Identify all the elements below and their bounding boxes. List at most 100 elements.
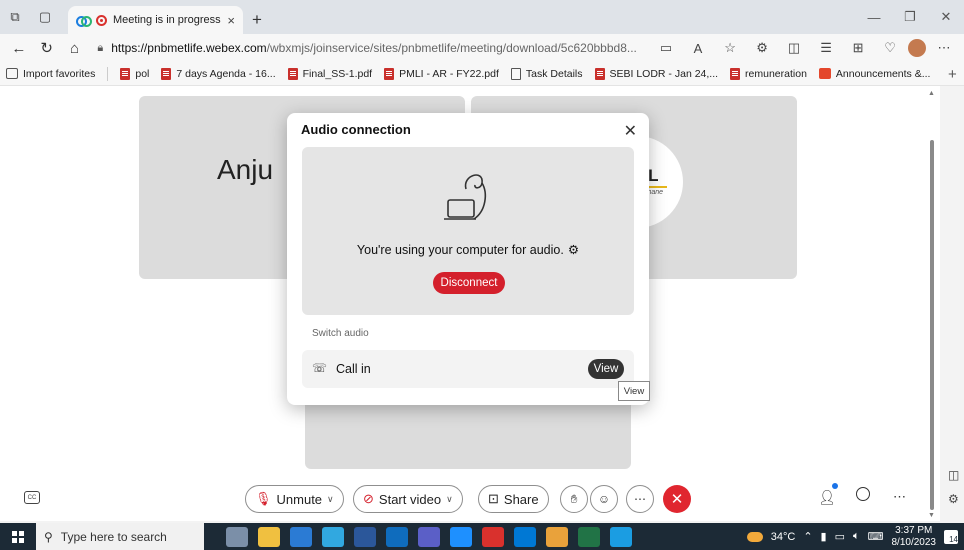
more-options-icon[interactable]: ⋯ bbox=[930, 36, 958, 60]
split-screen-icon[interactable]: ◫ bbox=[780, 36, 808, 60]
chrome-app-icon[interactable] bbox=[322, 526, 344, 547]
address-bar-icons: ▭ A ☆ ⚙ ◫ ☰ ⊞ ♡ ⋯ bbox=[652, 36, 958, 60]
participant-name: Anju bbox=[217, 154, 274, 185]
pdf-icon bbox=[594, 67, 605, 80]
battery-icon[interactable]: ▮ bbox=[821, 530, 827, 543]
start-video-label: Start video bbox=[378, 491, 442, 507]
clock-time: 3:37 PM bbox=[895, 524, 933, 536]
acrobat-icon[interactable] bbox=[482, 526, 504, 547]
favorite-star-icon[interactable]: ☆ bbox=[716, 36, 744, 60]
read-aloud-icon[interactable]: A bbox=[684, 36, 712, 60]
word-icon[interactable] bbox=[354, 526, 376, 547]
favorite-pol[interactable]: pol bbox=[120, 67, 149, 80]
ellipsis-icon: ⋯ bbox=[634, 492, 646, 506]
tab-meeting[interactable]: Meeting is in progress... × bbox=[68, 6, 243, 34]
taskbar-apps bbox=[226, 526, 632, 547]
extensions-icon[interactable]: ⚙ bbox=[748, 36, 776, 60]
favorite-task-details[interactable]: Task Details bbox=[510, 67, 583, 80]
workspaces-icon[interactable]: ⧉ bbox=[0, 0, 30, 34]
skype-icon[interactable] bbox=[514, 526, 536, 547]
keyboard-icon[interactable]: ⌨ bbox=[868, 530, 884, 543]
windows-taskbar: ⚲ Type here to search 34°C ⌃ ▮ ▭ 🔈︎ ⌨ 3:… bbox=[0, 523, 964, 550]
favorite-label: Task Details bbox=[525, 67, 583, 80]
disconnect-button[interactable]: Disconnect bbox=[433, 272, 505, 294]
edge-sidebar: ◫ ⚙ bbox=[948, 468, 959, 506]
url-path: /wbxmjs/joinservice/sites/pnbmetlife/mee… bbox=[266, 41, 637, 55]
favorite-label: Import favorites bbox=[23, 67, 96, 80]
favorite-import[interactable]: Import favorites bbox=[6, 68, 95, 80]
share-button[interactable]: ⊡ Share bbox=[478, 485, 549, 513]
share-icon: ⊡ bbox=[488, 491, 499, 506]
audio-status: You're using your computer for audio. ⚙ bbox=[302, 242, 634, 257]
chevron-up-icon[interactable]: ⌃ bbox=[803, 530, 812, 543]
tab-close-icon[interactable]: × bbox=[227, 13, 235, 28]
scroll-up-icon[interactable]: ▲ bbox=[928, 90, 935, 97]
start-video-button[interactable]: ⊘ Start video ∨ bbox=[353, 485, 463, 513]
start-button[interactable] bbox=[0, 523, 36, 550]
network-icon[interactable]: ▭ bbox=[835, 530, 845, 543]
favorites-list-icon[interactable]: ☰ bbox=[812, 36, 840, 60]
chat-icon[interactable] bbox=[856, 487, 870, 501]
sidebar-toggle-icon[interactable]: ◫ bbox=[948, 468, 959, 482]
file-explorer-icon[interactable] bbox=[258, 526, 280, 547]
view-button[interactable]: View bbox=[588, 359, 624, 379]
home-icon[interactable]: ⌂ bbox=[62, 36, 88, 60]
webex-app-icon[interactable] bbox=[450, 526, 472, 547]
taskbar-search[interactable]: ⚲ Type here to search bbox=[36, 523, 204, 550]
task-view-icon[interactable] bbox=[226, 526, 248, 547]
sticky-notes-icon[interactable] bbox=[578, 526, 600, 547]
call-in-option[interactable]: ☏ Call in View bbox=[302, 350, 634, 388]
import-icon bbox=[6, 68, 18, 79]
app-available-icon[interactable]: ▭ bbox=[652, 36, 680, 60]
pdf-icon bbox=[287, 67, 298, 80]
notification-icon[interactable]: 14 bbox=[944, 529, 958, 544]
audio-settings-icon[interactable]: ⚙ bbox=[568, 243, 579, 257]
weather-icon[interactable] bbox=[746, 531, 763, 542]
back-icon[interactable]: ← bbox=[6, 36, 32, 60]
temperature: 34°C bbox=[770, 530, 796, 543]
minimize-icon[interactable]: — bbox=[856, 0, 892, 34]
sidebar-add-icon[interactable]: + bbox=[948, 66, 957, 83]
share-label: Share bbox=[503, 491, 539, 507]
chrome-icon[interactable] bbox=[546, 526, 568, 547]
unmute-button[interactable]: 🎙︎ Unmute ∨ bbox=[245, 485, 344, 513]
favorite-agenda[interactable]: 7 days Agenda - 16... bbox=[161, 67, 276, 80]
favorite-remuneration[interactable]: remuneration bbox=[730, 67, 807, 80]
scrollbar-thumb[interactable] bbox=[930, 140, 934, 510]
lock-icon: 🔒︎ bbox=[97, 41, 104, 54]
url-field[interactable]: 🔒︎ https://pnbmetlife.webex.com/wbxmjs/j… bbox=[97, 36, 650, 60]
new-tab-button[interactable]: + bbox=[243, 6, 271, 34]
leave-meeting-button[interactable]: ✕ bbox=[663, 485, 691, 513]
clock[interactable]: 3:37 PM 8/10/2023 bbox=[892, 525, 937, 549]
more-options-button[interactable]: ⋯ bbox=[626, 485, 654, 513]
favorite-sebi-lodr[interactable]: SEBI LODR - Jan 24,... bbox=[594, 67, 718, 80]
tab-actions-icon[interactable]: ▢ bbox=[30, 0, 60, 34]
chevron-down-icon[interactable]: ∨ bbox=[327, 494, 334, 505]
raise-hand-button[interactable]: ✋︎ bbox=[560, 485, 588, 513]
edge-icon[interactable] bbox=[610, 526, 632, 547]
refresh-icon[interactable]: ↻ bbox=[34, 36, 60, 60]
outlook-icon[interactable] bbox=[386, 526, 408, 547]
more-panels-icon[interactable]: ⋯ bbox=[893, 489, 906, 505]
sidebar-settings-icon[interactable]: ⚙ bbox=[948, 492, 959, 506]
teams-icon[interactable] bbox=[418, 526, 440, 547]
volume-icon[interactable]: 🔈︎ bbox=[853, 530, 860, 543]
participants-icon[interactable]: 👤︎ bbox=[818, 489, 836, 506]
chevron-down-icon[interactable]: ∨ bbox=[446, 494, 453, 505]
internet-explorer-icon[interactable] bbox=[290, 526, 312, 547]
browser-tab-bar: ⧉ ▢ Meeting is in progress... × + — ❐ ✕ bbox=[0, 0, 964, 34]
favorite-pmli-ar[interactable]: PMLI - AR - FY22.pdf bbox=[384, 67, 499, 80]
reactions-button[interactable]: ☺ bbox=[590, 485, 618, 513]
performance-icon[interactable]: ♡ bbox=[876, 36, 904, 60]
collections-icon[interactable]: ⊞ bbox=[844, 36, 872, 60]
favorite-announcements[interactable]: Announcements &... bbox=[818, 68, 930, 80]
favorite-label: remuneration bbox=[745, 67, 807, 80]
phone-icon: ☏ bbox=[312, 361, 328, 375]
unmute-label: Unmute bbox=[276, 491, 323, 507]
close-window-icon[interactable]: ✕ bbox=[928, 0, 964, 34]
close-icon[interactable]: ✕ bbox=[624, 121, 637, 141]
favorite-final-ss[interactable]: Final_SS-1.pdf bbox=[287, 67, 372, 80]
restore-icon[interactable]: ❐ bbox=[892, 0, 928, 34]
profile-avatar[interactable] bbox=[908, 39, 927, 57]
captions-icon[interactable]: CC bbox=[24, 491, 40, 504]
